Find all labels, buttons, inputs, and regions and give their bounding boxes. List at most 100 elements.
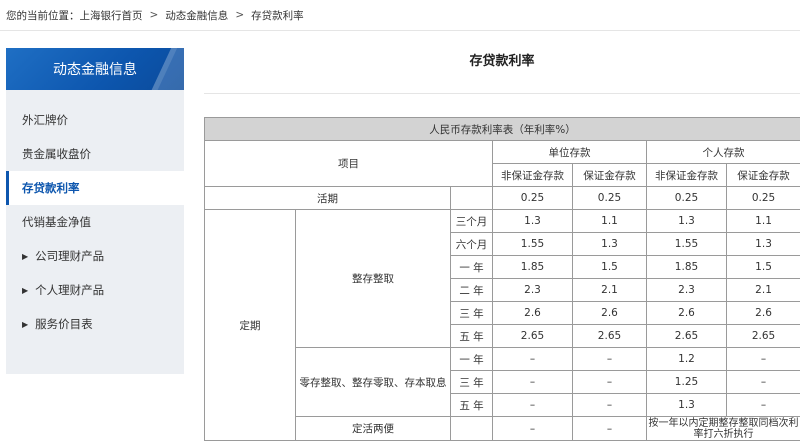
sidebar-title-text: 动态金融信息 — [53, 59, 137, 79]
caret-right-icon: ▶ — [22, 320, 28, 329]
rate-cell: 0.25 — [493, 187, 573, 210]
rate-cell: 1.85 — [647, 256, 727, 279]
page-title: 存贷款利率 — [204, 48, 800, 76]
row-label-installment: 零存整取、整存零取、存本取息 — [296, 348, 451, 417]
header-non-guarantee: 非保证金存款 — [647, 164, 727, 187]
rate-cell: 2.65 — [727, 325, 800, 348]
header-guarantee: 保证金存款 — [727, 164, 800, 187]
rate-cell: 2.6 — [727, 302, 800, 325]
sidebar-title: 动态金融信息 — [6, 48, 184, 90]
rate-cell: – — [727, 394, 800, 417]
table-header-row: 项目 单位存款 个人存款 — [205, 141, 800, 164]
rate-cell: – — [573, 371, 647, 394]
rate-cell: – — [493, 371, 573, 394]
row-label-lump-sum: 整存整取 — [296, 210, 451, 348]
empty-cell — [451, 187, 493, 210]
rate-cell: 1.3 — [573, 233, 647, 256]
breadcrumb-current: 存贷款利率 — [251, 8, 304, 23]
term-cell: 五 年 — [451, 325, 493, 348]
rate-cell: 1.5 — [727, 256, 800, 279]
sidebar-item-label: 贵金属收盘价 — [22, 146, 91, 162]
term-cell: 三个月 — [451, 210, 493, 233]
rate-cell: 1.85 — [493, 256, 573, 279]
breadcrumb-separator: > — [235, 9, 244, 21]
term-cell: 一 年 — [451, 348, 493, 371]
rate-cell: 1.55 — [647, 233, 727, 256]
rate-cell: 2.6 — [493, 302, 573, 325]
rate-cell: 1.25 — [647, 371, 727, 394]
sidebar-item-label: 外汇牌价 — [22, 112, 68, 128]
table-caption-row: 人民币存款利率表（年利率%） — [205, 118, 800, 141]
rate-cell: – — [573, 348, 647, 371]
rate-cell: 0.25 — [573, 187, 647, 210]
rate-cell: 1.1 — [727, 210, 800, 233]
rate-cell: 2.65 — [573, 325, 647, 348]
rate-cell: 2.6 — [573, 302, 647, 325]
caret-right-icon: ▶ — [22, 286, 28, 295]
sidebar: 动态金融信息 外汇牌价 贵金属收盘价 存贷款利率 代销基金净值 ▶ 公司理财产品… — [6, 48, 184, 374]
row-label-flexible: 定活两便 — [296, 417, 451, 441]
rate-cell: 1.2 — [647, 348, 727, 371]
header-unit-deposit: 单位存款 — [493, 141, 647, 164]
breadcrumb-separator: > — [150, 9, 159, 21]
sidebar-item-corporate-wealth[interactable]: ▶ 公司理财产品 — [6, 239, 184, 273]
title-divider — [204, 93, 800, 94]
sidebar-menu: 外汇牌价 贵金属收盘价 存贷款利率 代销基金净值 ▶ 公司理财产品 ▶ 个人理财… — [6, 90, 184, 341]
header-item: 项目 — [205, 141, 493, 187]
rate-cell: – — [493, 348, 573, 371]
rate-cell: – — [573, 394, 647, 417]
rate-cell: 1.3 — [727, 233, 800, 256]
deposit-rate-table: 人民币存款利率表（年利率%） 项目 单位存款 个人存款 非保证金存款 保证金存款… — [204, 117, 800, 441]
rate-cell: 2.3 — [647, 279, 727, 302]
table-row: 定期 整存整取 三个月 1.3 1.1 1.3 1.1 — [205, 210, 800, 233]
rate-cell: 1.1 — [573, 210, 647, 233]
sidebar-item-fund-nav[interactable]: 代销基金净值 — [6, 205, 184, 239]
caret-right-icon: ▶ — [22, 252, 28, 261]
breadcrumb-divider — [0, 30, 800, 31]
sidebar-item-label: 代销基金净值 — [22, 214, 91, 230]
rate-cell: – — [573, 417, 647, 441]
row-label-fixed: 定期 — [205, 210, 296, 441]
term-cell: 六个月 — [451, 233, 493, 256]
row-label-current: 活期 — [205, 187, 451, 210]
sidebar-item-service-prices[interactable]: ▶ 服务价目表 — [6, 307, 184, 341]
term-cell: 二 年 — [451, 279, 493, 302]
sidebar-item-label: 存贷款利率 — [22, 180, 80, 196]
table-row-current: 活期 0.25 0.25 0.25 0.25 — [205, 187, 800, 210]
rate-cell: 2.1 — [727, 279, 800, 302]
term-cell: 一 年 — [451, 256, 493, 279]
rate-cell: 2.6 — [647, 302, 727, 325]
rate-cell: 2.3 — [493, 279, 573, 302]
header-non-guarantee: 非保证金存款 — [493, 164, 573, 187]
rate-cell: 1.3 — [647, 210, 727, 233]
rate-cell: 1.3 — [647, 394, 727, 417]
sidebar-item-label: 公司理财产品 — [35, 248, 104, 264]
term-cell: 五 年 — [451, 394, 493, 417]
rate-cell: – — [493, 417, 573, 441]
sidebar-item-fx-rates[interactable]: 外汇牌价 — [6, 103, 184, 137]
sidebar-item-label: 个人理财产品 — [35, 282, 104, 298]
rate-cell: 1.55 — [493, 233, 573, 256]
breadcrumb: 您的当前位置： 上海银行首页 > 动态金融信息 > 存贷款利率 — [6, 0, 800, 30]
rate-cell: – — [727, 371, 800, 394]
term-cell: 三 年 — [451, 371, 493, 394]
header-guarantee: 保证金存款 — [573, 164, 647, 187]
rate-cell: 0.25 — [647, 187, 727, 210]
table-caption: 人民币存款利率表（年利率%） — [205, 118, 800, 141]
rate-cell: 2.65 — [493, 325, 573, 348]
rate-cell: 2.1 — [573, 279, 647, 302]
breadcrumb-prefix: 您的当前位置： — [6, 8, 80, 23]
sidebar-item-deposit-loan-rates[interactable]: 存贷款利率 — [6, 171, 184, 205]
rate-cell: 1.5 — [573, 256, 647, 279]
sidebar-item-precious-metals[interactable]: 贵金属收盘价 — [6, 137, 184, 171]
rate-cell: – — [727, 348, 800, 371]
flexible-note: 按一年以内定期整存整取同档次利率打六折执行 — [647, 417, 800, 441]
term-cell: 三 年 — [451, 302, 493, 325]
breadcrumb-link-financial-info[interactable]: 动态金融信息 — [165, 8, 228, 23]
breadcrumb-link-home[interactable]: 上海银行首页 — [80, 8, 143, 23]
rate-cell: 0.25 — [727, 187, 800, 210]
sidebar-item-label: 服务价目表 — [35, 316, 93, 332]
sidebar-item-personal-wealth[interactable]: ▶ 个人理财产品 — [6, 273, 184, 307]
header-personal-deposit: 个人存款 — [647, 141, 800, 164]
empty-cell — [451, 417, 493, 441]
